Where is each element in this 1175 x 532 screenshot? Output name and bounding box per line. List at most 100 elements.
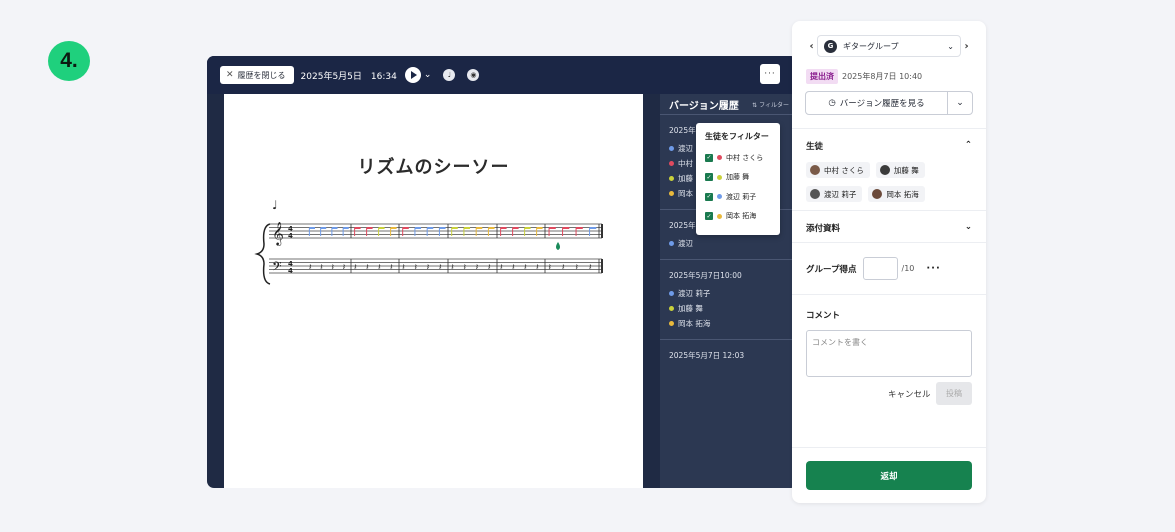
volume-icon[interactable]: ◉: [467, 69, 480, 81]
divider: [792, 242, 986, 243]
quarter-rest: 𝄽: [451, 263, 454, 273]
students-title: 生徒: [806, 142, 824, 152]
filter-item[interactable]: ✓ 渡辺 莉子: [705, 187, 780, 207]
contributor-name: 岡本 拓海: [678, 319, 711, 328]
avatar: [872, 189, 883, 199]
metronome-icon[interactable]: ♩: [443, 69, 456, 81]
filter-button[interactable]: ⇅ フィルター: [752, 100, 789, 109]
quarter-rest: 𝄽: [414, 263, 417, 273]
student-color-dot: [669, 161, 674, 166]
group-selector-row: ‹ G ギターグループ ⌄ ›: [806, 35, 974, 57]
avatar: [810, 165, 820, 175]
play-icon[interactable]: [404, 67, 421, 83]
contributor-name: 渡辺: [678, 144, 693, 153]
close-icon: ✕: [226, 70, 234, 80]
filter-student-name: 加藤 舞: [726, 173, 750, 182]
group-score-input[interactable]: [862, 257, 898, 280]
score-sheet: リズムのシーソー ♩ 𝄞 𝄢 4 4 4 4 𝄽 𝄽 𝄽 𝄽 𝄽 𝄽 𝄽 𝄽 𝄽…: [224, 94, 643, 488]
comment-input[interactable]: コメントを書く: [806, 330, 972, 377]
close-history-label: 履歴を閉じる: [237, 70, 286, 80]
attachments-section-header[interactable]: 添付資料 ⌄: [806, 222, 972, 234]
quarter-rest: 𝄽: [402, 263, 405, 273]
history-icon: ◷: [828, 98, 836, 108]
checkbox-checked-icon[interactable]: ✓: [705, 192, 713, 201]
quarter-rest: 𝄽: [500, 263, 503, 273]
quarter-rest: 𝄽: [476, 263, 479, 273]
chevron-up-icon: ⌃: [964, 140, 972, 150]
group-name: ギターグループ: [843, 41, 899, 51]
student-color-dot: [669, 241, 674, 246]
student-chip[interactable]: 岡本 拓海: [868, 186, 925, 202]
more-options-button[interactable]: ···: [760, 64, 780, 84]
contributor-name: 渡辺 莉子: [678, 289, 711, 298]
students-section-header[interactable]: 生徒 ⌃: [806, 140, 972, 152]
filter-item[interactable]: ✓ 加藤 舞: [705, 168, 780, 188]
bass-clef: 𝄢: [272, 259, 282, 277]
student-color-dot: [669, 306, 674, 311]
student-name: 加藤 舞: [893, 165, 919, 175]
quarter-rest: 𝄽: [488, 263, 491, 273]
score-viewer-window: ✕ 履歴を閉じる 2025年5月5日 16:34 ⌄ ♩ ◉ ··· リズムのシ…: [207, 56, 797, 488]
student-chip[interactable]: 中村 さくら: [806, 162, 870, 178]
divider: [792, 128, 986, 129]
student-name: 岡本 拓海: [886, 189, 919, 199]
post-button[interactable]: 投稿: [936, 382, 972, 405]
version-contributor: 加藤 舞: [669, 301, 797, 316]
submission-status: 提出済 2025年8月7日 10:40: [806, 69, 922, 84]
filter-student-name: 岡本 拓海: [726, 212, 757, 221]
checkbox-checked-icon[interactable]: ✓: [705, 173, 713, 182]
chevron-right-icon[interactable]: ›: [961, 41, 972, 52]
student-color-dot: [669, 191, 674, 196]
group-score-label: グループ得点: [806, 264, 857, 275]
more-options-icon[interactable]: ···: [926, 263, 940, 274]
music-staff: ♩ 𝄞 𝄢 4 4 4 4 𝄽 𝄽 𝄽 𝄽 𝄽 𝄽 𝄽 𝄽 𝄽 𝄽 𝄽 𝄽 𝄽 …: [254, 198, 603, 285]
quarter-rest: 𝄽: [390, 263, 393, 273]
student-chips: 中村 さくら 加藤 舞渡辺 莉子 岡本 拓海: [806, 162, 976, 202]
version-history-title: バージョン履歴: [669, 100, 739, 112]
student-chip[interactable]: 加藤 舞: [875, 162, 925, 178]
version-datetime: 2025年5月5日 16:34: [300, 71, 397, 82]
version-history-entry[interactable]: 2025年5月7日10:00 渡辺 莉子加藤 舞岡本 拓海: [660, 259, 797, 339]
quarter-rest: 𝄽: [524, 263, 527, 273]
filter-item[interactable]: ✓ 中村 さくら: [705, 148, 780, 168]
avatar: [879, 165, 890, 175]
student-name: 渡辺 莉子: [824, 189, 857, 199]
filter-student-name: 渡辺 莉子: [726, 192, 757, 201]
chevron-down-icon[interactable]: ⌄: [424, 70, 432, 80]
checkbox-checked-icon[interactable]: ✓: [705, 153, 713, 162]
filter-student-name: 中村 さくら: [726, 153, 764, 162]
version-date: 2025年5月7日 12:03: [669, 351, 745, 360]
student-color-dot: [669, 321, 674, 326]
version-history-entry[interactable]: 2025年5月7日 12:03: [660, 339, 797, 374]
group-select[interactable]: G ギターグループ ⌄: [817, 35, 961, 57]
time-sig-bottom-treble: 4: [288, 232, 293, 240]
avatar: [810, 189, 820, 199]
version-history-button-group: ◷ バージョン履歴を見る ⌄: [805, 91, 973, 115]
student-color-dot: [717, 194, 722, 200]
student-chip[interactable]: 渡辺 莉子: [806, 186, 863, 202]
quarter-rest: 𝄽: [512, 263, 515, 273]
chevron-down-icon: ⌄: [964, 222, 972, 232]
student-color-dot: [717, 213, 722, 219]
student-filter-popover: 生徒をフィルター ✓ 中村 さくら ✓ 加藤 舞 ✓ 渡辺 莉子 ✓ 岡本 拓海: [696, 123, 780, 235]
chevron-down-icon: ⌄: [956, 98, 964, 108]
step-number-badge: 4.: [48, 41, 90, 81]
student-color-dot: [669, 291, 674, 296]
comment-title: コメント: [806, 311, 841, 321]
grand-staff-brace: [254, 223, 271, 285]
quarter-rest: 𝄽: [463, 263, 466, 273]
quarter-rest: 𝄽: [536, 263, 539, 273]
checkbox-checked-icon[interactable]: ✓: [705, 212, 713, 221]
chevron-left-icon[interactable]: ‹: [806, 41, 817, 52]
return-button[interactable]: 返却: [806, 461, 972, 490]
view-version-history-button[interactable]: ◷ バージョン履歴を見る: [806, 92, 948, 114]
quarter-rest: 𝄽: [589, 263, 592, 273]
filter-item[interactable]: ✓ 岡本 拓海: [705, 207, 780, 227]
version-date: 2025年5月7日10:00: [669, 271, 742, 280]
chevron-down-icon: ⌄: [947, 41, 954, 51]
group-score-max: /10: [901, 264, 915, 273]
close-history-button[interactable]: ✕ 履歴を閉じる: [220, 66, 294, 84]
cancel-button[interactable]: キャンセル: [888, 388, 931, 400]
viewer-toolbar: ✕ 履歴を閉じる 2025年5月5日 16:34 ⌄ ♩ ◉ ···: [207, 56, 797, 94]
version-dropdown-button[interactable]: ⌄: [948, 92, 972, 114]
